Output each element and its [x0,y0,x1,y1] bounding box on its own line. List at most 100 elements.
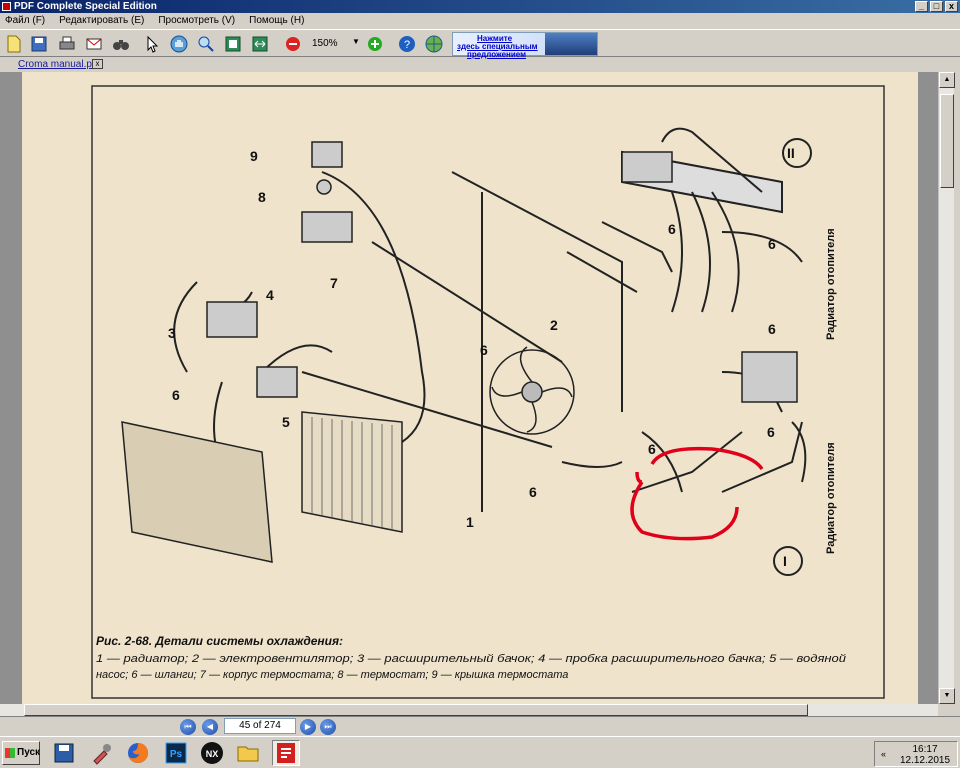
close-tab-button[interactable]: x [92,59,103,69]
label-5: 5 [282,414,290,430]
fit-width-icon [252,36,268,52]
tools-icon [93,744,111,765]
zoom-tool-button[interactable] [195,33,217,55]
clock[interactable]: 16:17 12.12.2015 [895,744,955,766]
taskbar-save-app[interactable] [50,740,78,766]
vertical-scroll-thumb[interactable] [940,94,954,188]
maximize-button[interactable]: □ [930,1,943,12]
hand-icon [170,35,188,53]
taskbar: Пуск Ps NX « 16:17 12.12.2015 [0,736,960,768]
last-page-button[interactable]: ⏭ [320,719,336,735]
tab-document[interactable]: Croma manual.pdf [14,58,104,71]
minimize-button[interactable]: _ [915,1,928,12]
page-indicator[interactable]: 45 of 274 [224,718,296,734]
nx-label: NX [206,749,219,759]
scroll-down-button[interactable]: ▼ [939,688,955,704]
label-section-2: II [787,145,795,161]
label-1: 1 [466,514,474,530]
caption-line-2: насос; 6 — шланги; 7 — корпус термостата… [96,669,568,681]
system-tray: « 16:17 12.12.2015 [874,741,958,767]
label-9: 9 [250,148,258,164]
taskbar-nx-app[interactable]: NX [198,740,226,766]
scroll-up-button[interactable]: ▲ [939,72,955,88]
pdf-app-icon [277,743,295,763]
tray-expand-icon[interactable]: « [881,749,886,759]
help-button[interactable]: ? [396,33,418,55]
pdf-page: 9 8 7 4 3 6 5 6 2 1 6 6 6 6 6 6 I II Рад… [22,72,918,715]
cooling-system-diagram: 9 8 7 4 3 6 5 6 2 1 6 6 6 6 6 6 I II Рад… [91,85,885,699]
svg-text:?: ? [404,39,410,51]
first-page-button[interactable]: ⏮ [180,719,196,735]
label-6c: 6 [529,484,537,500]
vertical-scrollbar[interactable]: ▲ ▼ [938,72,955,704]
zoom-level[interactable]: 150% [312,38,338,49]
cursor-arrow-icon [147,35,159,53]
email-button[interactable] [83,33,105,55]
menu-view[interactable]: Просмотреть (V) [158,13,235,29]
toolbar: 150% ▼ ? Нажмите здесь специальным предл… [0,29,960,59]
zoom-out-icon [286,37,300,51]
print-button[interactable] [56,33,78,55]
label-2: 2 [550,317,558,333]
taskbar-tools-app[interactable] [88,740,116,766]
email-icon [86,38,102,50]
label-6f: 6 [668,221,676,237]
horizontal-scrollbar[interactable] [0,704,938,716]
label-6b: 6 [480,342,488,358]
start-label: Пуск [17,747,41,758]
clock-time: 16:17 [912,744,938,755]
close-button[interactable]: x [945,1,958,12]
menu-edit[interactable]: Редактировать (E) [59,13,144,29]
nx-icon: NX [201,742,223,764]
binoculars-icon [113,40,129,50]
page-navigation-bar: ⏮ ◀ 45 of 274 ▶ ⏭ [0,716,960,736]
zoom-out-button[interactable] [282,33,304,55]
next-page-button[interactable]: ▶ [300,719,316,735]
folder-icon [237,746,259,762]
menu-help[interactable]: Помощь (H) [249,13,304,29]
promo-banner[interactable]: Нажмите здесь специальным предложением [452,32,598,59]
caption-line-1: 1 — радиатор; 2 — электровентилятор; 3 —… [96,653,846,665]
window-titlebar: PDF Complete Special Edition _ □ x [0,0,960,13]
menu-file[interactable]: Файл (F) [5,13,45,29]
binoculars-button[interactable] [110,33,132,55]
photoshop-icon: Ps [165,742,187,764]
zoom-in-icon [368,37,382,51]
taskbar-photoshop-app[interactable]: Ps [162,740,190,766]
select-tool-button[interactable] [141,33,163,55]
start-button[interactable]: Пуск [2,741,40,765]
fit-width-button[interactable] [249,33,271,55]
hand-tool-button[interactable] [168,33,190,55]
firefox-icon [128,742,149,763]
save-button[interactable] [28,33,50,55]
label-6a: 6 [172,387,180,403]
label-section-1: I [783,553,787,569]
label-6d: 6 [648,441,656,457]
new-file-button[interactable] [3,33,25,55]
label-6g: 6 [768,236,776,252]
banner-image [545,33,597,55]
save-icon [31,36,47,52]
magnifier-icon [198,36,214,52]
heater-label-bottom: Радиатор отопителя [825,442,837,554]
zoom-dropdown-icon[interactable]: ▼ [352,37,360,46]
taskbar-firefox-app[interactable] [124,740,152,766]
windows-flag-icon [5,748,15,758]
taskbar-pdf-app[interactable] [272,740,300,766]
taskbar-explorer-app[interactable] [234,740,262,766]
clock-date: 12.12.2015 [899,755,951,766]
app-icon [2,2,11,11]
photoshop-label: Ps [170,749,183,760]
menu-bar: Файл (F) Редактировать (E) Просмотреть (… [0,13,960,29]
new-file-icon [7,35,21,53]
window-title: PDF Complete Special Edition [14,1,157,12]
previous-page-button[interactable]: ◀ [202,719,218,735]
document-viewer[interactable]: 9 8 7 4 3 6 5 6 2 1 6 6 6 6 6 6 I II Рад… [0,72,938,715]
help-icon: ? [399,36,415,52]
document-tab-row: Croma manual.pdf x [0,57,960,72]
label-4: 4 [266,287,274,303]
zoom-in-button[interactable] [364,33,386,55]
fit-page-button[interactable] [222,33,244,55]
web-button[interactable] [423,33,445,55]
horizontal-scroll-thumb[interactable] [24,704,808,716]
